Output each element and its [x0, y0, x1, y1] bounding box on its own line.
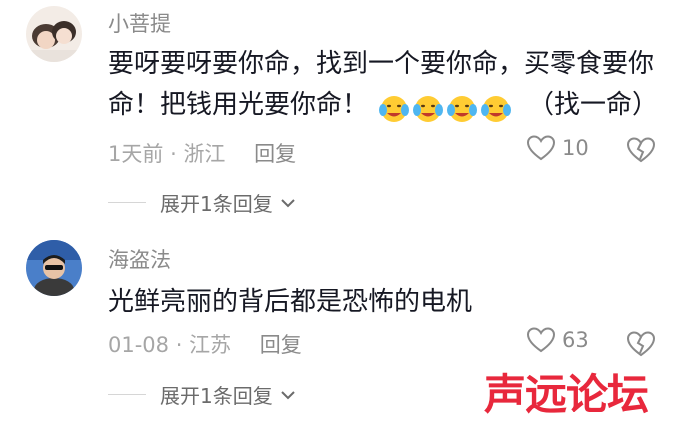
meta-separator: ·	[170, 142, 177, 166]
comment-text-segment: （找一命）	[528, 90, 659, 120]
reply-button[interactable]: 回复	[260, 333, 302, 357]
comment-time: 01-08	[108, 333, 170, 357]
comment-text: 光鲜亮丽的背后都是恐怖的电机	[108, 287, 473, 317]
comment-text-segment: 命！把钱用光要你命！	[108, 90, 369, 120]
like-count: 10	[562, 136, 589, 160]
comment-text-line: 要呀要呀要你命，找到一个要你命，买零食要你	[108, 49, 655, 79]
comment-meta: 1天前 · 浙江 回复	[108, 138, 296, 168]
like-button[interactable]: 63	[526, 326, 589, 354]
broken-heart-icon	[626, 331, 656, 357]
reply-button[interactable]: 回复	[254, 142, 296, 166]
expand-replies-button[interactable]: 展开1条回复	[108, 380, 297, 409]
divider	[108, 394, 146, 395]
chevron-down-icon	[281, 390, 295, 399]
avatar[interactable]	[26, 6, 82, 62]
heart-icon	[526, 135, 556, 161]
comment-text-line: 命！把钱用光要你命！ （找一命）	[108, 85, 668, 133]
divider	[108, 202, 146, 203]
emoji-group	[378, 92, 514, 133]
broken-heart-icon	[626, 137, 656, 163]
username[interactable]: 海盗法	[108, 244, 171, 274]
comment-time: 1天前	[108, 142, 164, 166]
comment-item: 小菩提 要呀要呀要你命，找到一个要你命，买零食要你 命！把钱用光要你命！ （找一命…	[0, 0, 690, 232]
crying-face-emoji-icon	[447, 96, 478, 122]
expand-replies-button[interactable]: 展开1条回复	[108, 188, 297, 217]
meta-separator: ·	[175, 333, 183, 357]
comment-location: 浙江	[183, 142, 226, 166]
comment-text: 要呀要呀要你命，找到一个要你命，买零食要你 命！把钱用光要你命！ （找一命）	[108, 44, 668, 133]
dislike-button[interactable]	[626, 136, 656, 168]
crying-face-emoji-icon	[481, 96, 512, 122]
crying-face-emoji-icon	[379, 96, 410, 122]
crying-face-emoji-icon	[413, 96, 444, 122]
expand-replies-label: 展开1条回复	[160, 192, 273, 216]
comment-location: 江苏	[189, 333, 232, 357]
dislike-button[interactable]	[626, 330, 656, 362]
chevron-down-icon	[281, 198, 295, 207]
watermark-logo: 声远论坛	[484, 370, 649, 419]
avatar[interactable]	[26, 240, 82, 296]
like-count: 63	[562, 328, 589, 352]
comment-meta: 01-08 · 江苏 回复	[108, 329, 302, 359]
username[interactable]: 小菩提	[108, 8, 171, 38]
heart-icon	[526, 327, 556, 353]
like-button[interactable]: 10	[526, 134, 589, 162]
expand-replies-label: 展开1条回复	[160, 384, 273, 408]
